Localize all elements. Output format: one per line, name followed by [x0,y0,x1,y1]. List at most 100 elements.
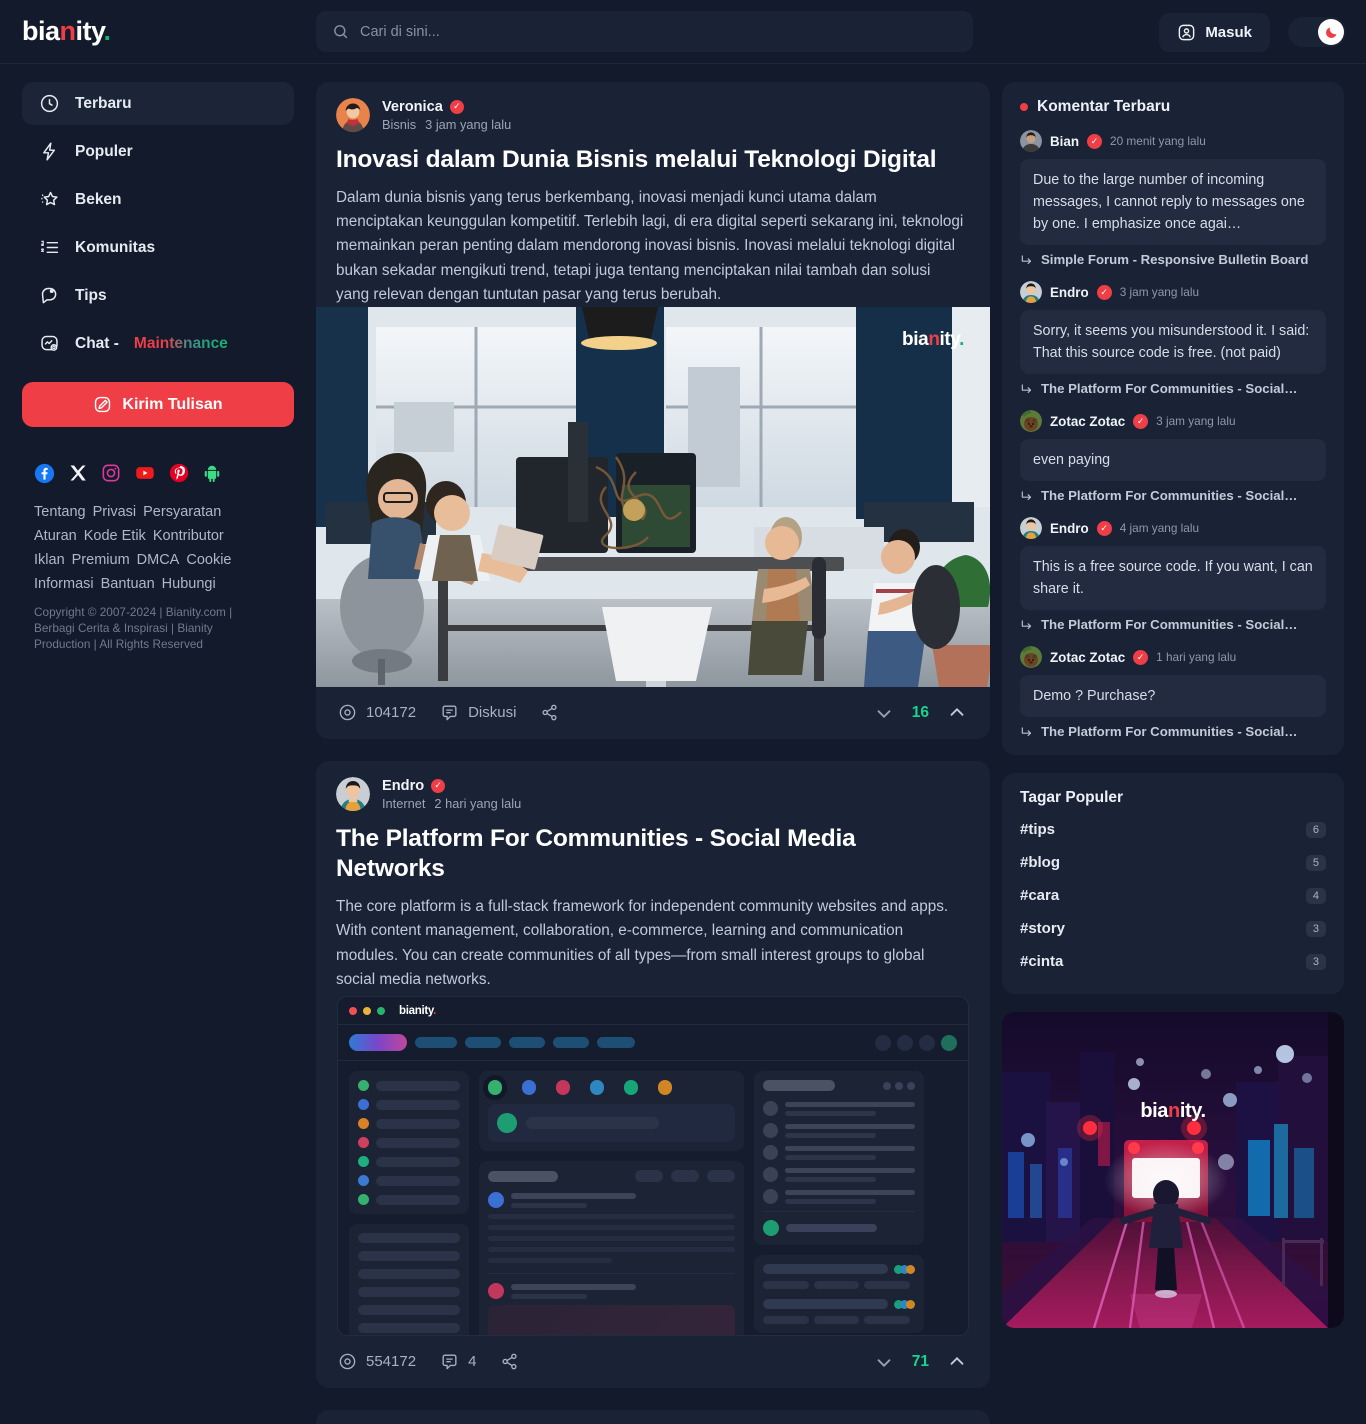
footer-link-dmca[interactable]: DMCA [137,552,180,568]
tag-row[interactable]: #tips 6 [1020,813,1326,846]
comment-icon [440,703,459,722]
avatar[interactable] [336,98,370,132]
sidebar-item-chat[interactable]: Chat - Maintenance [22,322,294,365]
post-meta: Bisnis 3 jam yang lalu [382,117,511,132]
footer-link-kontributor[interactable]: Kontributor [153,528,224,544]
x-icon[interactable] [68,463,88,484]
ad-banner[interactable]: bianity. [1002,1012,1344,1328]
post-image-office-photo[interactable]: bianity. [316,307,990,688]
mockup-people-card [754,1071,924,1246]
pinterest-icon[interactable] [169,463,189,484]
comment-time: 20 menit yang lalu [1110,134,1206,148]
wm-1: bia [902,329,929,351]
comment-author[interactable]: Endro [1050,521,1089,536]
upvote-button[interactable] [946,702,968,724]
reply-arrow-icon [1020,725,1034,739]
mockup-bar [785,1167,915,1173]
comment-source[interactable]: The Platform For Communities - Social… [1020,488,1326,503]
share-button[interactable] [500,1352,519,1371]
footer-link-bantuan[interactable]: Bantuan [101,576,155,592]
footer-link-kode-etik[interactable]: Kode Etik [84,528,146,544]
upvote-button[interactable] [946,1351,968,1373]
top-bar: bianity. Masuk [0,0,1366,64]
tag-count: 3 [1305,920,1326,937]
footer-link-aturan[interactable]: Aturan [34,528,77,544]
mockup-media [488,1305,735,1336]
mockup-bar [376,1099,460,1110]
footer-link-premium[interactable]: Premium [72,552,130,568]
mockup-bar [864,1281,910,1290]
post-image-app-mockup[interactable]: bianity. [316,992,990,1337]
post-body: The core platform is a full-stack framew… [336,898,949,988]
tag-row[interactable]: #blog 5 [1020,846,1326,879]
footer-link-iklan[interactable]: Iklan [34,552,65,568]
mockup-bar [376,1080,460,1091]
search-bar[interactable] [316,11,973,52]
mockup-search-icon [875,1034,891,1051]
search-input[interactable] [360,23,957,40]
sidebar-item-tips[interactable]: Tips [22,274,294,317]
instagram-icon[interactable] [101,463,121,484]
comment-author[interactable]: Bian [1050,134,1079,149]
footer-link-cookie[interactable]: Cookie [186,552,231,568]
share-button[interactable] [540,703,559,722]
mockup-line [488,1214,735,1220]
mockup-list-card [349,1224,469,1336]
footer-link-informasi[interactable]: Informasi [34,576,94,592]
post-author[interactable]: Veronica ✓ [382,99,511,115]
downvote-button[interactable] [873,1351,895,1373]
avatar[interactable] [1020,130,1042,152]
app-logo[interactable]: bianity. [0,18,316,45]
sidebar-item-terbaru[interactable]: Terbaru [22,82,294,125]
comment-author[interactable]: Zotac Zotac [1050,414,1125,429]
comment-source[interactable]: The Platform For Communities - Social… [1020,617,1326,632]
avatar[interactable] [1020,281,1042,303]
footer-link-tentang[interactable]: Tentang [34,504,86,520]
tag-row[interactable]: #cinta 3 [1020,945,1326,978]
mockup-nav-icons [875,1034,957,1051]
comment-source[interactable]: The Platform For Communities - Social… [1020,724,1326,739]
comment-author[interactable]: Endro [1050,285,1089,300]
popular-tags-title: Tagar Populer [1020,789,1124,806]
post-title[interactable]: The Platform For Communities - Social Me… [316,811,990,884]
comment-time: 1 hari yang lalu [1156,650,1237,664]
mockup-bar [376,1194,460,1205]
comment-button[interactable]: Diskusi [440,703,516,722]
avatar[interactable] [1020,410,1042,432]
footer-links: Tentang Privasi Persyaratan Aturan Kode Eti… [34,500,249,596]
footer-link-hubungi[interactable]: Hubungi [162,576,216,592]
mockup-bar [785,1110,876,1116]
verified-badge-icon: ✓ [431,778,446,793]
comment-source[interactable]: The Platform For Communities - Social… [1020,381,1326,396]
downvote-button[interactable] [873,702,895,724]
comment-author[interactable]: Zotac Zotac [1050,650,1125,665]
tag-count: 3 [1305,953,1326,970]
avatar[interactable] [1020,517,1042,539]
youtube-icon[interactable] [134,463,156,484]
submit-post-button[interactable]: Kirim Tulisan [22,382,294,427]
post-category[interactable]: Bisnis [382,117,416,132]
tag-row[interactable]: #story 3 [1020,912,1326,945]
post-category[interactable]: Internet [382,796,425,811]
avatar[interactable] [336,777,370,812]
facebook-icon[interactable] [34,463,55,484]
mockup-line [488,1247,735,1253]
avatar[interactable] [1020,646,1042,668]
sidebar-item-komunitas[interactable]: Komunitas [22,226,294,269]
post-title[interactable]: Inovasi dalam Dunia Bisnis melalui Tekno… [316,132,990,175]
theme-toggle[interactable] [1288,17,1346,47]
mockup-bar [376,1156,460,1167]
sidebar-item-populer[interactable]: Populer [22,130,294,173]
comment-button[interactable]: 4 [440,1352,476,1371]
android-icon[interactable] [202,463,222,484]
footer-link-privasi[interactable]: Privasi [93,504,137,520]
comment-header: Endro ✓ 3 jam yang lalu [1020,281,1326,303]
login-button[interactable]: Masuk [1159,12,1270,52]
footer-link-persyaratan[interactable]: Persyaratan [143,504,221,520]
mockup-bar [707,1170,735,1183]
sidebar-item-beken[interactable]: Beken [22,178,294,221]
tag-row[interactable]: #cara 4 [1020,879,1326,912]
comment-source[interactable]: Simple Forum - Responsive Bulletin Board [1020,252,1326,267]
copyright-text: Copyright © 2007-2024 | Bianity.com | Be… [34,605,233,651]
post-author[interactable]: Endro ✓ [382,778,521,794]
